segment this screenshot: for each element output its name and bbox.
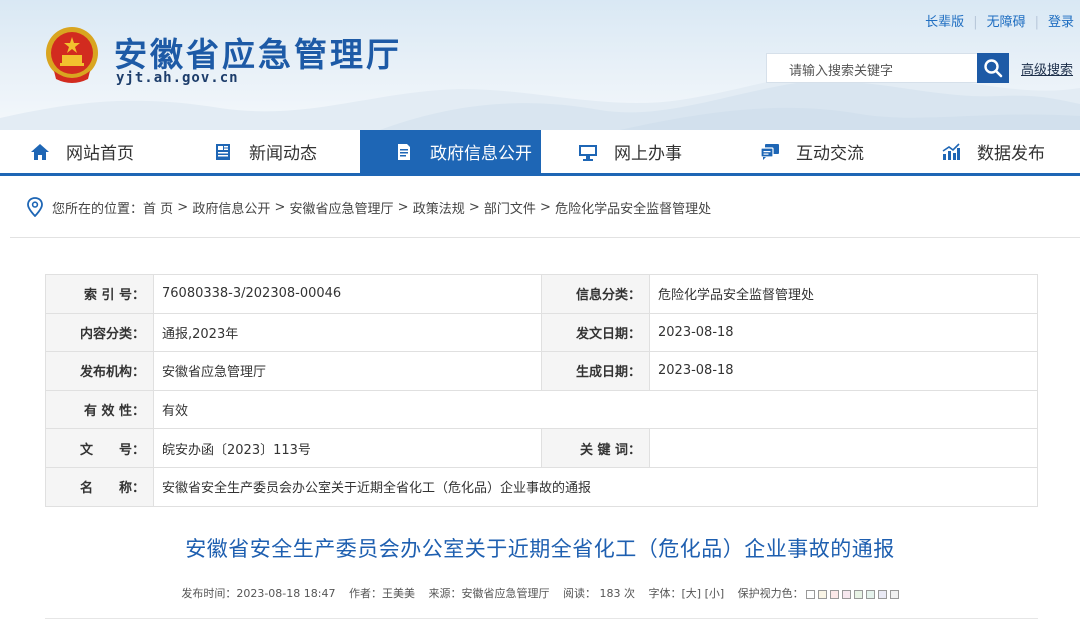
breadcrumb-item-home[interactable]: 首 页: [143, 198, 173, 217]
nav-item-interaction[interactable]: 互动交流: [760, 130, 910, 173]
color-swatch-4[interactable]: [841, 589, 851, 599]
source: 来源：安徽省应急管理厅: [428, 587, 550, 600]
chat-icon: [760, 142, 780, 162]
issue-date-label: 发文日期：: [541, 312, 650, 353]
breadcrumb-separator: >: [535, 199, 556, 215]
chart-icon: [941, 142, 961, 162]
site-domain: yjt.ah.gov.cn: [116, 70, 239, 86]
table-row: 有 效 性： 有效: [45, 389, 1038, 430]
location-pin-icon: [27, 197, 43, 217]
advanced-search-link[interactable]: 高级搜索: [1021, 59, 1073, 78]
validity-value: 有效: [153, 389, 1038, 430]
color-swatch-1[interactable]: [805, 589, 815, 599]
home-icon: [30, 142, 50, 162]
index-number-label: 索 引 号：: [45, 274, 154, 314]
content-category-label: 内容分类：: [45, 312, 154, 353]
divider: |: [1034, 15, 1039, 30]
table-row: 名 称： 安徽省安全生产委员会办公室关于近期全省化工（危化品）企业事故的通报: [45, 466, 1038, 507]
font-large-button[interactable]: [大]: [681, 587, 701, 600]
search-button[interactable]: [977, 53, 1009, 83]
eye-protection-label: 保护视力色：: [737, 587, 804, 600]
generated-date-label: 生成日期：: [541, 351, 650, 391]
nav-label: 互动交流: [796, 144, 864, 164]
nav-item-news[interactable]: 新闻动态: [213, 130, 363, 173]
publisher-label: 发布机构：: [45, 351, 154, 391]
font-size-label: 字体：: [648, 587, 682, 600]
document-name-value: 安徽省安全生产委员会办公室关于近期全省化工（危化品）企业事故的通报: [153, 466, 1038, 507]
document-icon: [394, 142, 414, 162]
top-links: 长辈版 | 无障碍 | 登录: [925, 11, 1074, 30]
table-row: 索 引 号： 76080338-3/202308-00046 信息分类： 危险化…: [45, 274, 1038, 314]
breadcrumb-item-department[interactable]: 安徽省应急管理厅: [290, 198, 394, 217]
divider: [45, 618, 1038, 619]
document-info-table: 索 引 号： 76080338-3/202308-00046 信息分类： 危险化…: [45, 274, 1038, 507]
elder-version-link[interactable]: 长辈版: [925, 15, 964, 30]
document-number-value: 皖安办函〔2023〕113号: [153, 428, 542, 468]
color-swatch-2[interactable]: [817, 589, 827, 599]
article-title: 安徽省安全生产委员会办公室关于近期全省化工（危化品）企业事故的通报: [185, 537, 895, 561]
site-title: 安徽省应急管理厅: [114, 35, 402, 74]
color-swatch-6[interactable]: [865, 589, 875, 599]
breadcrumb-separator: >: [270, 199, 290, 215]
nav-item-home[interactable]: 网站首页: [30, 130, 180, 173]
nav-label: 数据发布: [977, 144, 1045, 164]
site-header: 安徽省应急管理厅 yjt.ah.gov.cn 长辈版 | 无障碍 | 登录 请输入搜索关…: [0, 0, 1080, 130]
monitor-icon: [578, 142, 598, 162]
nav-item-gov-info[interactable]: 政府信息公开: [360, 130, 541, 173]
breadcrumb-item-hazchem[interactable]: 危险化学品安全监督管理处: [555, 198, 711, 217]
color-swatch-5[interactable]: [853, 589, 863, 599]
article-meta: 发布时间：2023-08-18 18:47 作者：王美美 来源：安徽省应急管理厅…: [0, 585, 1080, 601]
login-link[interactable]: 登录: [1048, 15, 1074, 30]
info-category-value: 危险化学品安全监督管理处: [649, 274, 1038, 314]
nav-item-online-service[interactable]: 网上办事: [578, 130, 728, 173]
issue-date-value: 2023-08-18: [649, 312, 1038, 353]
color-swatch-8[interactable]: [889, 589, 899, 599]
breadcrumb: 您所在的位置： 首 页 > 政府信息公开 > 安徽省应急管理厅 > 政策法规 >…: [0, 176, 1080, 238]
validity-label: 有 效 性：: [45, 389, 154, 430]
newspaper-icon: [213, 142, 233, 162]
national-emblem-icon: [46, 27, 98, 83]
nav-label: 政府信息公开: [430, 144, 532, 164]
divider: |: [973, 15, 978, 30]
keywords-label: 关 键 词：: [541, 428, 650, 468]
breadcrumb-item-dept-docs[interactable]: 部门文件: [484, 198, 536, 217]
document-name-label: 名 称：: [45, 466, 154, 507]
document-number-label: 文 号：: [45, 428, 154, 468]
font-small-button[interactable]: [小]: [705, 587, 725, 600]
keywords-value: [649, 428, 1038, 468]
nav-item-data-release[interactable]: 数据发布: [941, 130, 1080, 173]
divider: [10, 237, 1080, 238]
breadcrumb-prefix: 您所在的位置：: [52, 201, 144, 217]
accessibility-link[interactable]: 无障碍: [987, 15, 1026, 30]
nav-label: 网上办事: [614, 144, 682, 164]
nav-label: 新闻动态: [249, 144, 317, 164]
nav-label: 网站首页: [66, 144, 134, 164]
breadcrumb-separator: >: [173, 199, 193, 215]
main-nav: 网站首页 新闻动态 政府信息公开 网上办事 互动交流 数据发布: [0, 130, 1080, 176]
index-number-value: 76080338-3/202308-00046: [153, 274, 542, 314]
breadcrumb-item-gov-info[interactable]: 政府信息公开: [192, 198, 270, 217]
search-icon: [984, 59, 1003, 78]
info-category-label: 信息分类：: [541, 274, 650, 314]
table-row: 内容分类： 通报,2023年 发文日期： 2023-08-18: [45, 312, 1038, 353]
table-row: 发布机构： 安徽省应急管理厅 生成日期： 2023-08-18: [45, 351, 1038, 391]
breadcrumb-separator: >: [393, 199, 413, 215]
publish-time: 发布时间：2023-08-18 18:47: [181, 587, 336, 600]
generated-date-value: 2023-08-18: [649, 351, 1038, 391]
color-swatch-3[interactable]: [829, 589, 839, 599]
breadcrumb-item-policy[interactable]: 政策法规: [413, 198, 465, 217]
author: 作者：王美美: [348, 587, 415, 600]
eye-protection-control: 保护视力色：: [738, 587, 899, 600]
color-swatches: [805, 589, 899, 599]
read-count: 阅读： 183 次: [562, 587, 635, 600]
search-input[interactable]: 请输入搜索关键字: [766, 53, 978, 83]
table-row: 文 号： 皖安办函〔2023〕113号 关 键 词：: [45, 428, 1038, 468]
color-swatch-7[interactable]: [877, 589, 887, 599]
breadcrumb-separator: >: [464, 199, 484, 215]
font-size-control: 字体：[大] [小]: [648, 587, 724, 600]
content-category-value: 通报,2023年: [153, 312, 542, 353]
publisher-value: 安徽省应急管理厅: [153, 351, 542, 391]
